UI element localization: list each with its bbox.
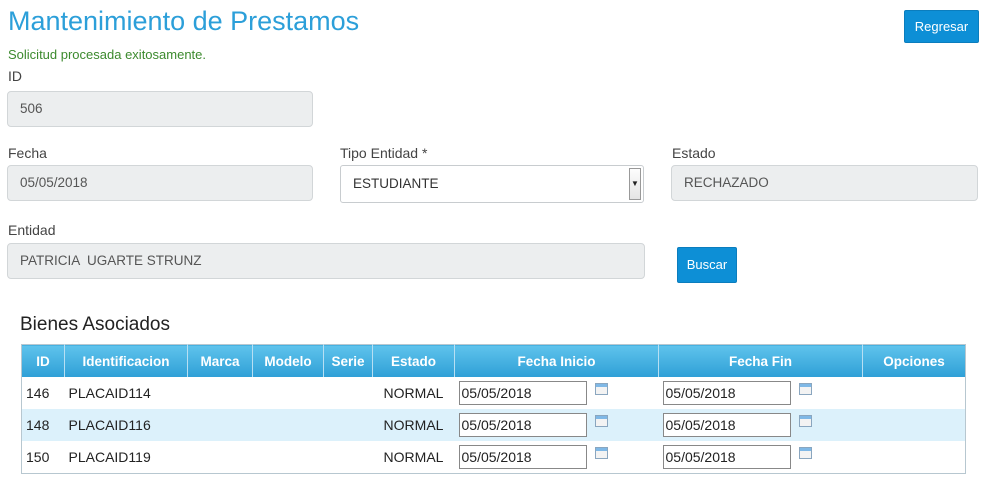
col-fecha-inicio[interactable]: Fecha Inicio: [454, 344, 659, 377]
estado-label: Estado: [672, 145, 716, 161]
cell-serie: [324, 377, 373, 409]
tipo-entidad-label: Tipo Entidad *: [340, 145, 428, 161]
cell-identificacion: PLACAID116: [64, 409, 188, 441]
fecha-fin-input[interactable]: 05/05/2018: [662, 381, 791, 405]
calendar-icon[interactable]: [594, 415, 608, 427]
table-row: 148 PLACAID116 NORMAL 05/05/2018 05/05/2…: [21, 409, 966, 441]
calendar-icon[interactable]: [798, 383, 812, 395]
fecha-fin-input[interactable]: 05/05/2018: [662, 445, 791, 469]
cell-modelo: [252, 409, 324, 441]
fecha-fin-input[interactable]: 05/05/2018: [662, 413, 791, 437]
cell-identificacion: PLACAID114: [68, 385, 151, 401]
success-message: Solicitud procesada exitosamente.: [8, 47, 207, 62]
calendar-icon[interactable]: [594, 447, 608, 459]
cell-fecha-inicio: 05/05/2018: [455, 441, 659, 474]
cell-fecha-fin: 05/05/2018: [659, 441, 863, 474]
regresar-button[interactable]: Regresar: [904, 10, 979, 43]
tipo-entidad-value: ESTUDIANTE: [353, 176, 439, 191]
table-header-row: ID Identificacion Marca Modelo Serie Est…: [21, 344, 966, 377]
calendar-icon[interactable]: [798, 447, 812, 459]
col-identificacion[interactable]: Identificacion: [64, 344, 188, 377]
cell-marca: [187, 409, 253, 441]
cell-opciones: [863, 377, 966, 409]
cell-estado: NORMAL: [383, 449, 444, 465]
tipo-entidad-select[interactable]: ESTUDIANTE ▼: [340, 165, 644, 203]
col-id[interactable]: ID: [21, 344, 65, 377]
cell-fecha-fin: 05/05/2018: [659, 377, 863, 409]
col-estado[interactable]: Estado: [372, 344, 455, 377]
col-marca[interactable]: Marca: [187, 344, 253, 377]
cell-estado: NORMAL: [372, 409, 455, 441]
col-serie[interactable]: Serie: [323, 344, 373, 377]
estado-field: RECHAZADO: [671, 165, 978, 201]
cell-id: 148: [21, 409, 65, 441]
id-field: 506: [7, 91, 313, 127]
chevron-down-icon[interactable]: ▼: [629, 168, 641, 200]
cell-modelo: [253, 441, 324, 474]
col-opciones[interactable]: Opciones: [862, 344, 966, 377]
col-fecha-fin[interactable]: Fecha Fin: [658, 344, 863, 377]
bienes-title: Bienes Asociados: [20, 314, 170, 335]
cell-opciones: [862, 409, 966, 441]
cell-serie: [324, 441, 373, 474]
cell-estado: NORMAL: [383, 385, 444, 401]
cell-modelo: [253, 377, 324, 409]
fecha-field: 05/05/2018: [7, 165, 313, 201]
col-modelo[interactable]: Modelo: [252, 344, 324, 377]
cell-id: 150: [26, 449, 50, 465]
cell-serie: [323, 409, 373, 441]
cell-marca: [188, 441, 253, 474]
id-label: ID: [8, 68, 22, 84]
bienes-table: ID Identificacion Marca Modelo Serie Est…: [21, 344, 966, 474]
cell-fecha-inicio: 05/05/2018: [454, 409, 659, 441]
cell-fecha-inicio: 05/05/2018: [455, 377, 659, 409]
entidad-label: Entidad: [8, 222, 56, 238]
fecha-inicio-input[interactable]: 05/05/2018: [458, 381, 587, 405]
calendar-icon[interactable]: [594, 383, 608, 395]
fecha-inicio-input[interactable]: 05/05/2018: [458, 445, 587, 469]
cell-opciones: [863, 441, 966, 474]
cell-fecha-fin: 05/05/2018: [658, 409, 863, 441]
cell-identificacion: PLACAID119: [68, 449, 151, 465]
fecha-inicio-input[interactable]: 05/05/2018: [458, 413, 587, 437]
table-row: 150 PLACAID119 NORMAL 05/05/2018 05/05/2…: [22, 441, 966, 474]
fecha-label: Fecha: [8, 145, 47, 161]
buscar-button[interactable]: Buscar: [677, 247, 737, 283]
cell-id: 146: [26, 385, 50, 401]
calendar-icon[interactable]: [798, 415, 812, 427]
entidad-field: PATRICIA UGARTE STRUNZ: [7, 243, 645, 279]
table-row: 146 PLACAID114 NORMAL 05/05/2018 05/05/2…: [22, 377, 966, 409]
cell-marca: [188, 377, 253, 409]
page-title: Mantenimiento de Prestamos: [8, 6, 360, 36]
